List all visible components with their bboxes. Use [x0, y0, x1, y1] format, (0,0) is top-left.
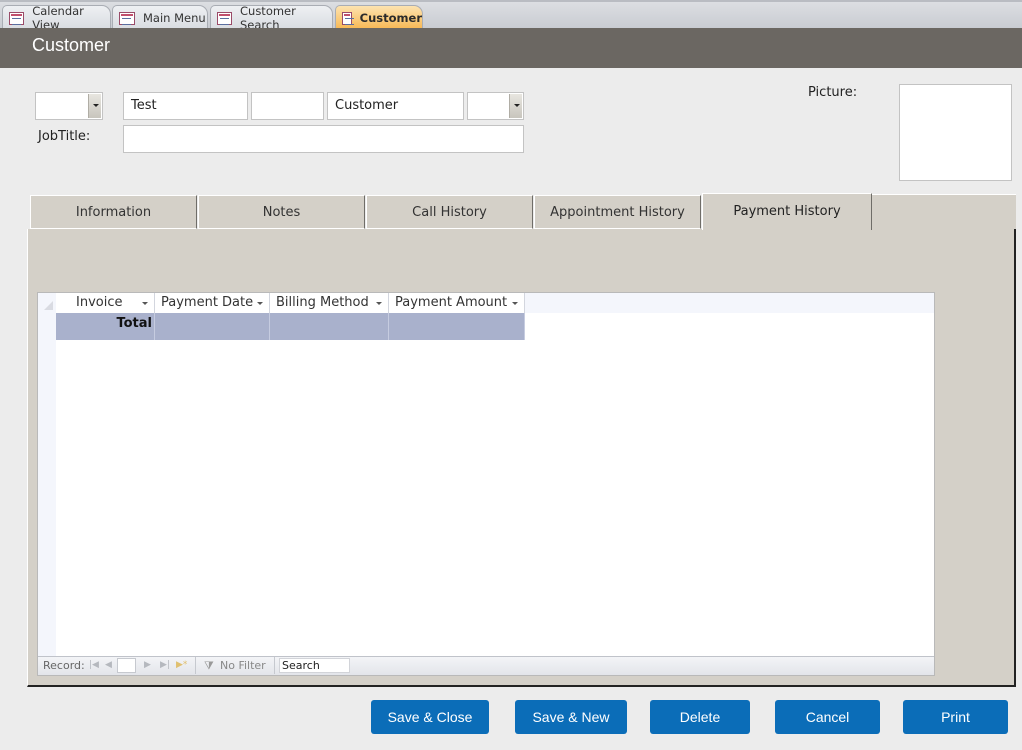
record-label: Record: [43, 659, 85, 672]
doc-tab-main-menu[interactable]: Main Menu [112, 5, 208, 30]
doc-tab-customer[interactable]: Customer [335, 5, 423, 30]
record-navigation-bar: Record: |◀ ◀ ▶ ▶| ▶* ⧩ No Filter Search [38, 656, 934, 675]
chevron-down-icon[interactable] [509, 94, 522, 118]
title-combo[interactable] [35, 92, 103, 120]
column-header-invoice[interactable]: Invoice [56, 293, 155, 313]
nav-separator [195, 657, 196, 674]
suffix-combo[interactable] [467, 92, 524, 120]
tab-call-history[interactable]: Call History [366, 195, 533, 229]
total-row: Total [56, 313, 525, 340]
column-header-billing-method[interactable]: Billing Method [270, 293, 389, 313]
search-input[interactable]: Search [279, 658, 350, 673]
tab-information[interactable]: Information [30, 195, 197, 229]
column-label: Invoice [76, 295, 123, 310]
previous-record-icon[interactable]: ◀ [105, 660, 112, 670]
tab-label: Information [75, 204, 152, 220]
current-record-input[interactable] [117, 658, 136, 673]
delete-button[interactable]: Delete [650, 700, 750, 734]
document-tab-bar: Calendar View Main Menu Customer Search … [0, 0, 1022, 32]
form-icon [9, 11, 25, 25]
sort-arrow-icon[interactable] [142, 302, 148, 305]
last-record-icon[interactable]: ▶| [160, 660, 170, 670]
filter-icon: ⧩ [204, 659, 214, 672]
form-title: Customer [32, 35, 111, 55]
sort-arrow-icon[interactable] [376, 302, 382, 305]
total-label: Total [116, 316, 152, 331]
column-header-payment-date[interactable]: Payment Date [155, 293, 270, 313]
tab-payment-history[interactable]: Payment History [702, 193, 872, 230]
select-all-button[interactable] [38, 293, 56, 313]
nav-separator [274, 657, 275, 674]
sort-arrow-icon[interactable] [257, 302, 263, 305]
record-selector-column[interactable] [38, 313, 56, 657]
tab-appointment-history[interactable]: Appointment History [534, 195, 701, 229]
first-name-value: Test [131, 98, 157, 113]
doc-tab-label: Main Menu [143, 11, 206, 25]
job-title-label: JobTitle: [38, 129, 91, 144]
tab-notes[interactable]: Notes [198, 195, 365, 229]
tab-label: Call History [412, 204, 487, 220]
cancel-button[interactable]: Cancel [775, 700, 880, 734]
no-filter-button[interactable]: No Filter [220, 659, 266, 672]
middle-name-field[interactable] [251, 92, 324, 120]
payment-history-datasheet: Invoice Payment Date Billing Method Paym… [37, 292, 935, 676]
next-record-icon[interactable]: ▶ [144, 660, 151, 670]
column-header-payment-amount[interactable]: Payment Amount [389, 293, 525, 313]
form-icon [119, 11, 135, 25]
tab-label: Payment History [733, 204, 841, 219]
chevron-down-icon[interactable] [88, 94, 101, 118]
picture-label: Picture: [808, 85, 858, 100]
job-title-field[interactable] [123, 125, 524, 153]
form-icon [342, 11, 354, 25]
tab-label: Notes [262, 204, 301, 220]
new-record-icon[interactable]: ▶* [176, 660, 187, 670]
tab-label: Appointment History [550, 204, 685, 220]
save-close-button[interactable]: Save & Close [371, 700, 489, 734]
sort-arrow-icon[interactable] [512, 302, 518, 305]
datasheet-header-row: Invoice Payment Date Billing Method Paym… [38, 293, 934, 313]
form-header: Customer [0, 28, 1022, 68]
print-button[interactable]: Print [903, 700, 1008, 734]
doc-tab-label: Customer [359, 11, 422, 25]
doc-tab-customer-search[interactable]: Customer Search [210, 4, 333, 32]
total-cell-payment-date[interactable] [155, 313, 270, 340]
first-name-field[interactable]: Test [123, 92, 248, 120]
form-icon [217, 11, 232, 25]
last-name-value: Customer [335, 98, 399, 113]
last-name-field[interactable]: Customer [327, 92, 464, 120]
column-label: Payment Date [161, 295, 254, 310]
doc-tab-calendar-view[interactable]: Calendar View [2, 4, 111, 32]
picture-frame[interactable] [899, 84, 1012, 181]
total-cell-payment-amount[interactable] [389, 313, 525, 340]
tab-strip-filler [871, 194, 1016, 229]
save-new-button[interactable]: Save & New [515, 700, 627, 734]
column-label: Payment Amount [395, 295, 508, 310]
column-label: Billing Method [276, 295, 369, 310]
total-cell-billing-method[interactable] [270, 313, 389, 340]
total-cell-invoice[interactable]: Total [56, 313, 155, 340]
first-record-icon[interactable]: |◀ [89, 660, 99, 670]
